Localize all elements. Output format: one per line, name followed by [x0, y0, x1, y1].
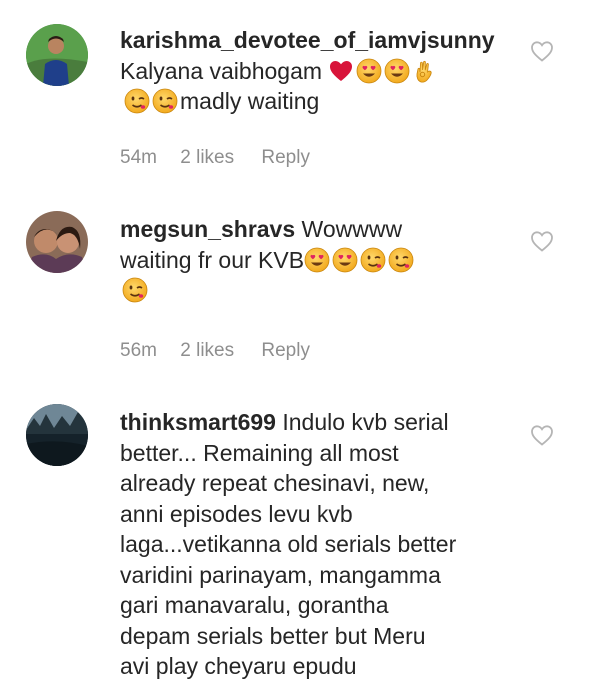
- reply-button[interactable]: Reply: [261, 340, 310, 362]
- comment-text: anni episodes levu kvb: [120, 500, 353, 527]
- comment-text: laga...vetikanna old serials better: [120, 531, 457, 557]
- comment-body: megsun_shravs Wowwww waiting fr our KVB: [120, 214, 520, 306]
- comment-time: 56m: [120, 340, 157, 361]
- heart-eyes-icon: [304, 247, 330, 273]
- red-heart-icon: [328, 58, 354, 84]
- comment-text: Wowwww: [301, 216, 403, 242]
- comment-time: 54m: [120, 147, 157, 168]
- comment-text: already repeat chesinavi, new,: [120, 470, 430, 496]
- like-heart-icon[interactable]: [530, 40, 554, 62]
- likes-count-button[interactable]: 2 likes: [180, 147, 234, 169]
- comment-text: better... Remaining all most: [120, 439, 399, 466]
- comment-meta: 56m 2 likes Reply: [120, 340, 310, 362]
- avatar[interactable]: [26, 211, 88, 273]
- comment-text: waiting fr our KVB: [120, 246, 305, 273]
- comment-text: madly waiting: [180, 88, 320, 114]
- comment-text: gari manavaralu, gorantha: [120, 592, 389, 618]
- comment-username[interactable]: karishma_devotee_of_iamvjsunny: [120, 27, 495, 53]
- avatar-image: [26, 24, 88, 86]
- comment-username[interactable]: megsun_shravs: [120, 216, 295, 242]
- avatar-image: [26, 211, 88, 273]
- heart-eyes-icon: [384, 58, 410, 84]
- comment-meta: 54m 2 likes Reply: [120, 147, 310, 169]
- likes-count-button[interactable]: 2 likes: [180, 340, 234, 362]
- heart-eyes-icon: [356, 58, 382, 84]
- comment-text: Indulo kvb serial: [282, 409, 449, 435]
- avatar[interactable]: [26, 404, 88, 466]
- wink-icon: [124, 88, 150, 114]
- ok-hand-icon: [412, 58, 438, 84]
- comment-text: avi play cheyaru epudu: [120, 653, 357, 679]
- reply-button[interactable]: Reply: [261, 147, 310, 169]
- wink-icon: [360, 247, 386, 273]
- like-heart-icon[interactable]: [530, 424, 554, 446]
- comment-text: varidini parinayam, mangamma: [120, 561, 441, 588]
- comment-username[interactable]: thinksmart699: [120, 409, 276, 435]
- comment-text: depam serials better but Meru: [120, 622, 426, 649]
- wink-icon: [122, 277, 148, 303]
- heart-eyes-icon: [332, 247, 358, 273]
- wink-icon: [152, 88, 178, 114]
- like-heart-icon[interactable]: [530, 230, 554, 252]
- avatar-image: [26, 404, 88, 466]
- comment-body: thinksmart699 Indulo kvb serial better..…: [120, 407, 530, 682]
- comment-body: karishma_devotee_of_iamvjsunny Kalyana v…: [120, 25, 520, 117]
- comment-text: Kalyana vaibhogam: [120, 57, 323, 84]
- avatar[interactable]: [26, 24, 88, 86]
- wink-icon: [388, 247, 414, 273]
